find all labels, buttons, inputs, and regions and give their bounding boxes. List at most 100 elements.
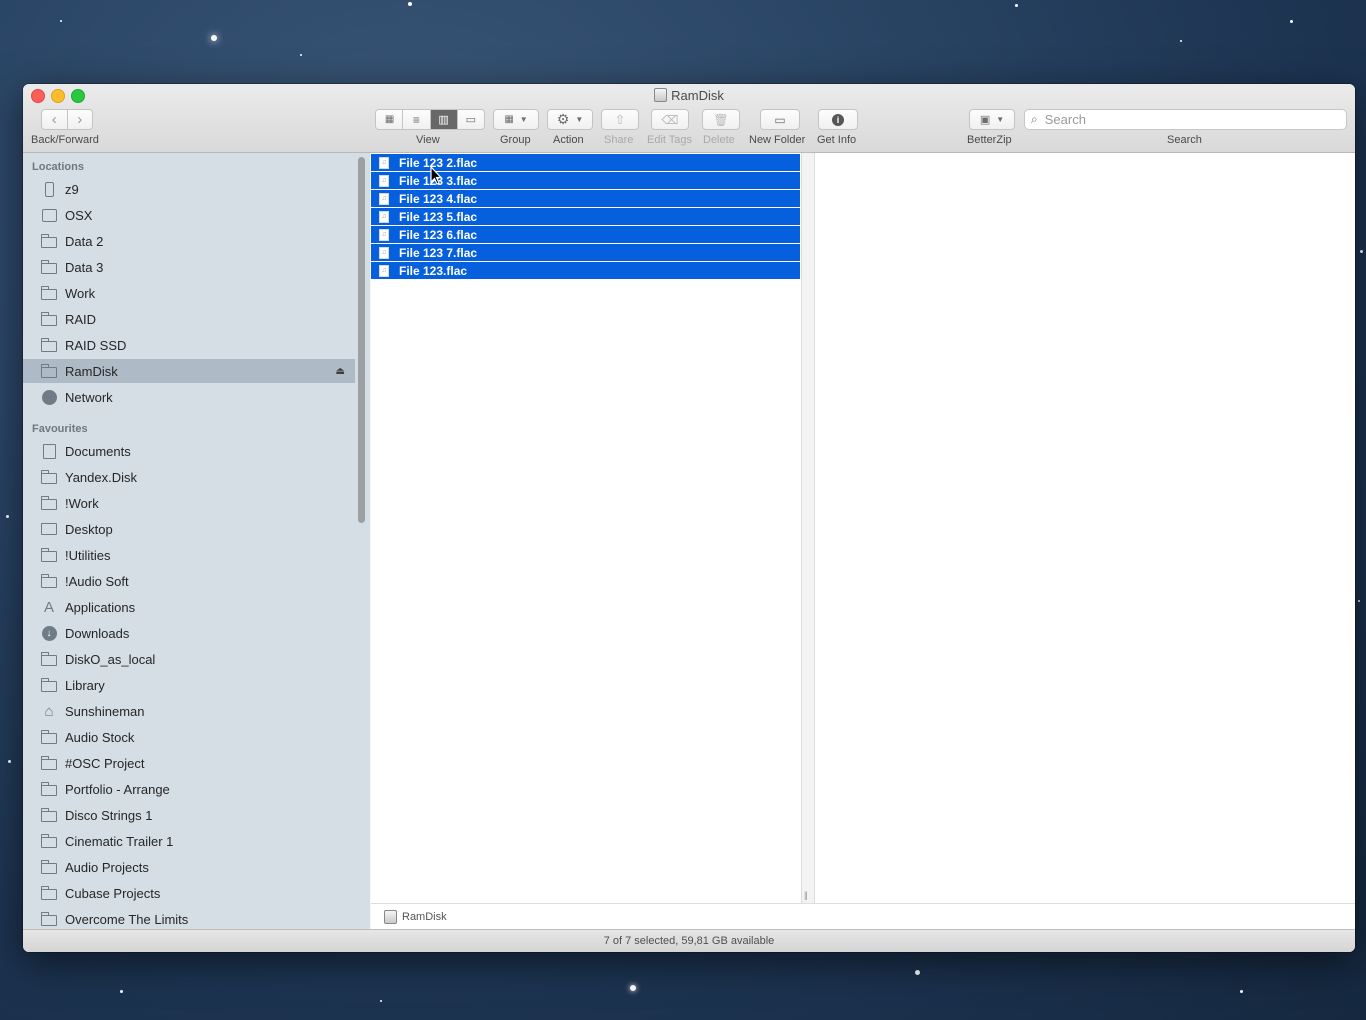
trash-icon: 🗑 bbox=[713, 112, 729, 127]
folder-icon bbox=[40, 363, 58, 379]
get-info-label: Get Info bbox=[817, 134, 857, 146]
betterzip-label: BetterZip bbox=[967, 134, 1012, 146]
file-row[interactable]: ♫ File 123 7.flac bbox=[371, 244, 800, 261]
sidebar-item-disco-strings-1[interactable]: Disco Strings 1 bbox=[23, 803, 355, 827]
applications-icon: A bbox=[43, 598, 54, 616]
view-icons-button[interactable]: ▦ bbox=[376, 110, 404, 129]
status-bar: 7 of 7 selected, 59,81 GB available bbox=[23, 929, 1355, 952]
group-grid-icon: ▦ bbox=[504, 114, 514, 125]
back-button[interactable]: ‹ bbox=[42, 110, 68, 129]
sidebar-item-audio-soft[interactable]: !Audio Soft bbox=[23, 569, 355, 593]
get-info-button[interactable]: i bbox=[818, 109, 858, 130]
folder-icon bbox=[40, 833, 58, 849]
sidebar-item-label: Yandex.Disk bbox=[65, 469, 138, 485]
view-columns-button[interactable]: ▥ bbox=[430, 110, 458, 129]
new-folder-label: New Folder bbox=[749, 134, 806, 146]
folder-icon bbox=[40, 755, 58, 771]
file-row[interactable]: ♫ File 123.flac bbox=[371, 262, 800, 279]
sidebar-item-documents[interactable]: Documents bbox=[23, 439, 355, 463]
edit-tags-button[interactable]: ⌫ bbox=[651, 109, 689, 130]
sidebar-item-network[interactable]: Network bbox=[23, 385, 355, 409]
sidebar-item-label: Desktop bbox=[65, 521, 113, 537]
sidebar-item-disko-as-local[interactable]: DiskO_as_local bbox=[23, 647, 355, 671]
edit-tags-label: Edit Tags bbox=[647, 134, 693, 146]
sidebar-item-work[interactable]: !Work bbox=[23, 491, 355, 515]
forward-button[interactable]: › bbox=[68, 110, 93, 129]
globe-icon bbox=[40, 389, 58, 405]
search-label: Search bbox=[1167, 134, 1202, 146]
sidebar-item-work[interactable]: Work bbox=[23, 281, 355, 305]
sidebar-item-data-2[interactable]: Data 2 bbox=[23, 229, 355, 253]
sidebar-item-label: Documents bbox=[65, 443, 131, 459]
sidebar-item-label: Data 3 bbox=[65, 259, 104, 275]
sidebar-item-cinematic-trailer-1[interactable]: Cinematic Trailer 1 bbox=[23, 829, 355, 853]
view-list-button[interactable]: ≡ bbox=[403, 110, 431, 129]
folder-icon bbox=[40, 729, 58, 745]
sidebar-item-overcome-the-limits[interactable]: Overcome The Limits bbox=[23, 907, 355, 930]
sidebar-item-label: Cinematic Trailer 1 bbox=[65, 833, 174, 849]
sidebar-item-ramdisk[interactable]: RamDisk ⏏ bbox=[23, 359, 355, 383]
sidebar-item-library[interactable]: Library bbox=[23, 673, 355, 697]
sidebar-item-cubase-projects[interactable]: Cubase Projects bbox=[23, 881, 355, 905]
delete-button[interactable]: 🗑 bbox=[702, 109, 740, 130]
folder-icon bbox=[40, 547, 58, 563]
folder-icon bbox=[40, 337, 58, 353]
sidebar-item-label: Portfolio - Arrange bbox=[65, 781, 170, 797]
sidebar: Locations z9 OSX Data 2 Data 3 Work RAID RAID … bbox=[23, 153, 370, 930]
folder-icon bbox=[40, 807, 58, 823]
file-row[interactable]: ♫ File 123 5.flac bbox=[371, 208, 800, 225]
desktop-icon bbox=[40, 521, 58, 537]
sidebar-item-label: Audio Projects bbox=[65, 859, 149, 875]
file-name: File 123 4.flac bbox=[399, 191, 478, 206]
column-resize-grip-icon[interactable]: || bbox=[804, 890, 808, 900]
folder-icon bbox=[40, 233, 58, 249]
sidebar-section-locations: Locations bbox=[32, 161, 84, 173]
gear-icon: ⚙ bbox=[556, 111, 570, 127]
audio-file-icon: ♫ bbox=[379, 174, 389, 187]
home-icon: ⌂ bbox=[44, 702, 54, 720]
new-folder-icon: ▭ bbox=[774, 112, 786, 127]
share-button[interactable]: ⇧ bbox=[601, 109, 639, 130]
documents-icon bbox=[40, 443, 58, 459]
view-gallery-button[interactable]: ▭ bbox=[458, 110, 484, 129]
sidebar-item-desktop[interactable]: Desktop bbox=[23, 517, 355, 541]
search-field[interactable]: ⌕ bbox=[1024, 109, 1347, 130]
file-row[interactable]: ♫ File 123 6.flac bbox=[371, 226, 800, 243]
sidebar-item-utilities[interactable]: !Utilities bbox=[23, 543, 355, 567]
preview-column bbox=[815, 153, 1355, 903]
folder-icon bbox=[40, 573, 58, 589]
action-button[interactable]: ⚙ ▼ bbox=[547, 109, 593, 130]
sidebar-item-sunshineman[interactable]: ⌂ Sunshineman bbox=[23, 699, 355, 723]
sidebar-item-audio-stock[interactable]: Audio Stock bbox=[23, 725, 355, 749]
sidebar-item-osc-project[interactable]: #OSC Project bbox=[23, 751, 355, 775]
sidebar-item-audio-projects[interactable]: Audio Projects bbox=[23, 855, 355, 879]
sidebar-item-downloads[interactable]: ↓ Downloads bbox=[23, 621, 355, 645]
sidebar-item-raid-ssd[interactable]: RAID SSD bbox=[23, 333, 355, 357]
folder-icon bbox=[40, 781, 58, 797]
file-name: File 123 6.flac bbox=[399, 227, 478, 242]
sidebar-item-z9[interactable]: z9 bbox=[23, 177, 355, 201]
new-folder-button[interactable]: ▭ bbox=[760, 109, 800, 130]
sidebar-item-portfolio-arrange[interactable]: Portfolio - Arrange bbox=[23, 777, 355, 801]
audio-file-icon: ♫ bbox=[379, 264, 389, 277]
finder-window: RamDisk ‹ › Back/Forward ▦ ≡ ▥ ▭ View ▦ … bbox=[23, 84, 1355, 952]
betterzip-button[interactable]: ▣ ▼ bbox=[969, 109, 1015, 130]
disk-icon bbox=[654, 88, 668, 102]
file-row[interactable]: ♫ File 123 4.flac bbox=[371, 190, 800, 207]
group-button[interactable]: ▦ ▼ bbox=[493, 109, 539, 130]
eject-icon[interactable]: ⏏ bbox=[336, 366, 345, 377]
file-name: File 123.flac bbox=[399, 263, 468, 278]
sidebar-item-raid[interactable]: RAID bbox=[23, 307, 355, 331]
sidebar-item-applications[interactable]: A Applications bbox=[23, 595, 355, 619]
search-input[interactable] bbox=[1042, 111, 1346, 128]
chevron-down-icon: ▼ bbox=[519, 115, 528, 124]
audio-file-icon: ♫ bbox=[379, 156, 389, 169]
path-item-ramdisk[interactable]: RamDisk bbox=[402, 911, 447, 923]
internal-disk-icon bbox=[40, 207, 58, 223]
sidebar-item-data-3[interactable]: Data 3 bbox=[23, 255, 355, 279]
sidebar-scrollbar[interactable] bbox=[358, 157, 365, 523]
column-divider[interactable] bbox=[801, 153, 815, 903]
folder-icon bbox=[40, 259, 58, 275]
sidebar-item-osx[interactable]: OSX bbox=[23, 203, 355, 227]
sidebar-item-yandex-disk[interactable]: Yandex.Disk bbox=[23, 465, 355, 489]
